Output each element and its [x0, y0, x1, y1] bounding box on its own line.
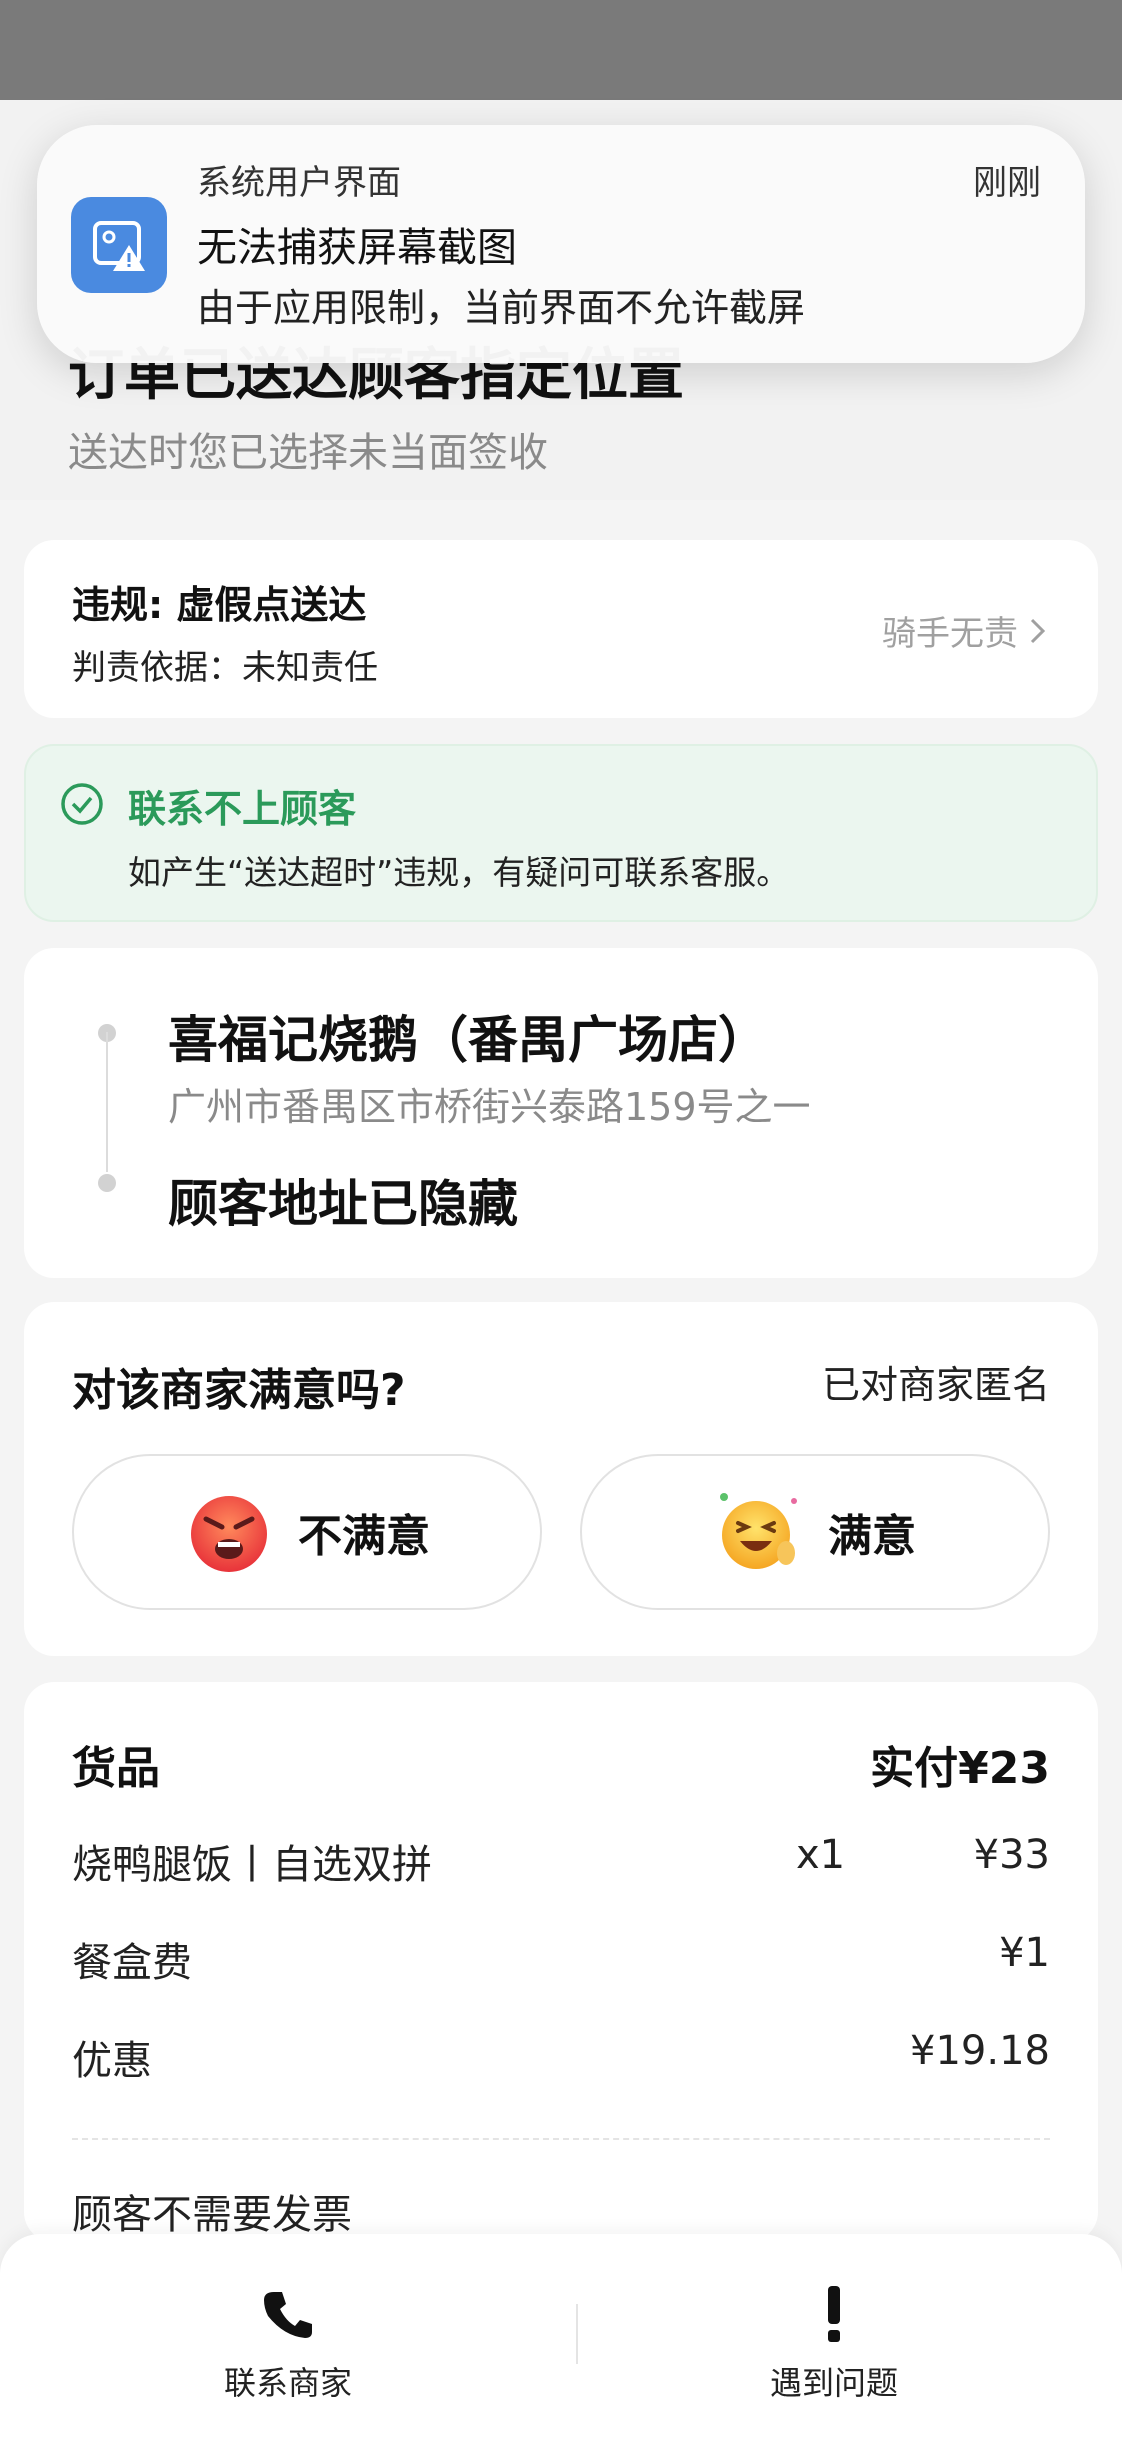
route-line [106, 1032, 108, 1172]
violation-result-link[interactable]: 骑手无责 [882, 606, 1048, 655]
notification-body: 由于应用限制，当前界面不允许截屏 [197, 286, 806, 330]
report-problem-label: 遇到问题 [769, 2364, 898, 2402]
dashed-divider [72, 2138, 1050, 2140]
goods-item-row: 烧鸭腿饭丨自选双拼 x1 ¥33 [72, 1832, 1050, 1892]
notice-card: 联系不上顾客 如产生“送达超时”违规，有疑问可联系客服。 [24, 744, 1098, 922]
goods-card: 货品 实付¥23 烧鸭腿饭丨自选双拼 x1 ¥33 餐盒费 ¥1 优惠 ¥19.… [24, 1682, 1098, 2242]
angry-face-icon [191, 1496, 267, 1572]
route-dot-end [98, 1174, 116, 1192]
report-problem-button[interactable]: 遇到问题 [684, 2284, 984, 2404]
phone-icon [264, 2292, 312, 2338]
status-bar [0, 0, 1122, 100]
goods-title: 货品 [72, 1743, 160, 1794]
contact-merchant-label: 联系商家 [223, 2364, 352, 2402]
satisfied-label: 满意 [828, 1511, 916, 1562]
shop-address: 广州市番禺区市桥街兴泰路159号之一 [168, 1085, 811, 1129]
bottom-bar-divider [576, 2304, 578, 2364]
violation-card[interactable]: 违规: 虚假点送达 判责依据：未知责任 骑手无责 [24, 540, 1098, 718]
screenshot-blocked-icon [71, 197, 167, 293]
goods-item-row: 优惠 ¥19.18 [72, 2028, 1050, 2088]
page-subtitle: 送达时您已选择未当面签收 [68, 430, 548, 476]
goods-item-amount: ¥19.18 [910, 2028, 1050, 2074]
goods-item-qty: x1 [796, 1832, 846, 1878]
notification-title: 无法捕获屏幕截图 [197, 225, 517, 271]
goods-item-amount: ¥1 [999, 1930, 1050, 1976]
goods-item-name: 烧鸭腿饭丨自选双拼 [72, 1842, 432, 1888]
violation-basis: 判责依据：未知责任 [72, 648, 378, 688]
contact-merchant-button[interactable]: 联系商家 [138, 2284, 438, 2404]
dissatisfied-button[interactable]: 不满意 [72, 1454, 542, 1610]
notice-body: 如产生“送达超时”违规，有疑问可联系客服。 [128, 853, 790, 892]
goods-item-name: 优惠 [72, 2038, 152, 2084]
rating-anonymous: 已对商家匿名 [821, 1363, 1050, 1407]
exclamation-icon [828, 2286, 840, 2342]
screenshot-notification[interactable]: 系统用户界面 刚刚 无法捕获屏幕截图 由于应用限制，当前界面不允许截屏 [37, 125, 1085, 363]
goods-item-amount: ¥33 [973, 1832, 1050, 1878]
notification-app-name: 系统用户界面 [197, 163, 401, 203]
address-card: 喜福记烧鹅（番禺广场店） 广州市番禺区市桥街兴泰路159号之一 顾客地址已隐藏 [24, 948, 1098, 1278]
goods-paid: 实付¥23 [870, 1743, 1050, 1794]
chevron-right-icon [1030, 618, 1046, 643]
rating-question: 对该商家满意吗? [72, 1365, 406, 1416]
violation-result: 骑手无责 [882, 614, 1018, 654]
rating-card: 对该商家满意吗? 已对商家匿名 不满意 满意 [24, 1302, 1098, 1656]
satisfied-button[interactable]: 满意 [580, 1454, 1050, 1610]
laughing-face-icon [720, 1493, 797, 1569]
customer-address: 顾客地址已隐藏 [168, 1175, 518, 1233]
goods-item-row: 餐盒费 ¥1 [72, 1930, 1050, 1990]
violation-title: 违规: 虚假点送达 [72, 583, 367, 627]
shop-name: 喜福记烧鹅（番禺广场店） [168, 1011, 768, 1069]
check-circle-icon [61, 783, 103, 825]
dissatisfied-label: 不满意 [298, 1511, 430, 1562]
notice-title: 联系不上顾客 [128, 787, 357, 831]
invoice-status: 顾客不需要发票 [72, 2192, 352, 2238]
goods-item-name: 餐盒费 [72, 1940, 192, 1986]
bottom-action-bar: 联系商家 遇到问题 [0, 2234, 1122, 2442]
notification-time: 刚刚 [973, 163, 1041, 203]
